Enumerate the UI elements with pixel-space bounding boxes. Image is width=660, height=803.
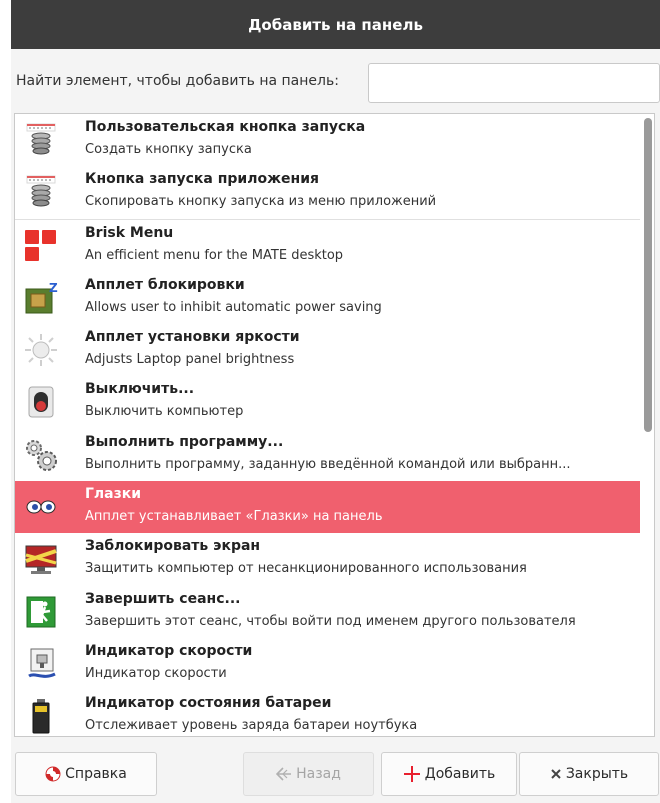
item-name: Апплет установки яркости [85,329,300,346]
list-item[interactable]: Кнопка запуска приложения Скопировать кн… [15,166,640,218]
back-arrow-icon [276,767,292,781]
item-name: Заблокировать экран [85,538,261,555]
item-description: Апплет устанавливает «Глазки» на панель [85,509,383,525]
svg-text:Z: Z [49,281,58,295]
item-name: Апплет блокировки [85,276,245,293]
netspeed-icon [23,646,59,682]
run-gears-icon [23,437,59,473]
list-item[interactable]: Пользовательская кнопка запуска Создать … [15,114,640,166]
item-name: Глазки [85,486,142,503]
item-name: Кнопка запуска приложения [85,171,320,188]
item-description: Скопировать кнопку запуска из меню прило… [85,194,437,210]
search-label: Найти элемент, чтобы добавить на панель: [16,73,339,89]
list-item[interactable]: Индикатор состояния батареи Отслеживает … [15,690,640,736]
item-name: Завершить сеанс... [85,590,241,607]
launcher-spring-icon [23,122,59,158]
list-item[interactable]: Завершить сеанс... Завершить этот сеанс,… [15,586,640,638]
item-description: Выключить компьютер [85,404,244,420]
item-description: Отслеживает уровень заряда батареи ноутб… [85,718,418,734]
brisk-menu-icon [23,228,59,264]
close-icon [550,768,562,780]
item-name: Индикатор скорости [85,642,253,659]
lock-screen-icon [23,541,59,577]
close-button[interactable]: Закрыть [519,752,659,796]
plus-icon [403,765,421,783]
item-description: An efficient menu for the MATE desktop [85,247,344,263]
add-button-label: Добавить [424,766,496,782]
help-button[interactable]: Справка [15,752,157,796]
list-item-selected[interactable]: Глазки Апплет устанавливает «Глазки» на … [15,481,640,534]
item-description: Выполнить программу, заданную введённой … [85,456,571,472]
eyes-icon [23,489,59,525]
item-description: Создать кнопку запуска [85,142,252,157]
list-item[interactable]: Выполнить программу... Выполнить програм… [15,429,640,481]
back-button-label: Назад [296,766,341,782]
back-button[interactable]: Назад [243,752,374,796]
item-description: Индикатор скорости [85,665,227,681]
item-name: Brisk Menu [85,224,174,241]
power-switch-icon [23,384,59,420]
brightness-sun-icon [23,332,59,368]
add-to-panel-dialog: Добавить на панель Найти элемент, чтобы … [11,0,660,803]
list-item[interactable]: Выключить... Выключить компьютер [15,376,640,428]
list-item[interactable]: Апплет установки яркости Adjusts Laptop … [15,324,640,376]
add-button[interactable]: Добавить [381,752,517,796]
item-name: Выполнить программу... [85,433,284,450]
launcher-spring-icon [23,174,59,210]
battery-icon [23,698,59,734]
help-button-label: Справка [65,766,127,782]
applet-list[interactable]: Пользовательская кнопка запуска Создать … [14,113,655,737]
item-name: Выключить... [85,381,195,398]
list-scrollbar[interactable] [644,118,652,432]
help-lifebuoy-icon [45,766,61,782]
item-description: Adjusts Laptop panel brightness [85,352,295,368]
close-button-label: Закрыть [565,766,629,782]
search-row: Найти элемент, чтобы добавить на панель: [11,49,660,111]
item-name: Пользовательская кнопка запуска [85,119,366,135]
list-item[interactable]: Заблокировать экран Защитить компьютер о… [15,533,640,585]
item-description: Allows user to inhibit automatic power s… [85,299,382,315]
logout-exit-icon [23,594,59,630]
list-item[interactable]: Brisk Menu An efficient menu for the MAT… [15,220,640,272]
item-description: Защитить компьютер от несанкционированно… [85,561,527,577]
inhibit-chip-icon: Z [23,280,59,316]
list-item[interactable]: Z Апплет блокировки Allows user to inhib… [15,272,640,324]
applet-list-items: Пользовательская кнопка запуска Создать … [15,114,640,736]
button-row: Справка Назад Добавить Закрыть [11,740,660,803]
item-name: Индикатор состояния батареи [85,695,332,712]
list-item[interactable]: Индикатор скорости Индикатор скорости [15,638,640,690]
item-description: Завершить этот сеанс, чтобы войти под им… [85,613,576,629]
search-input[interactable] [368,63,660,103]
dialog-title: Добавить на панель [11,0,660,49]
